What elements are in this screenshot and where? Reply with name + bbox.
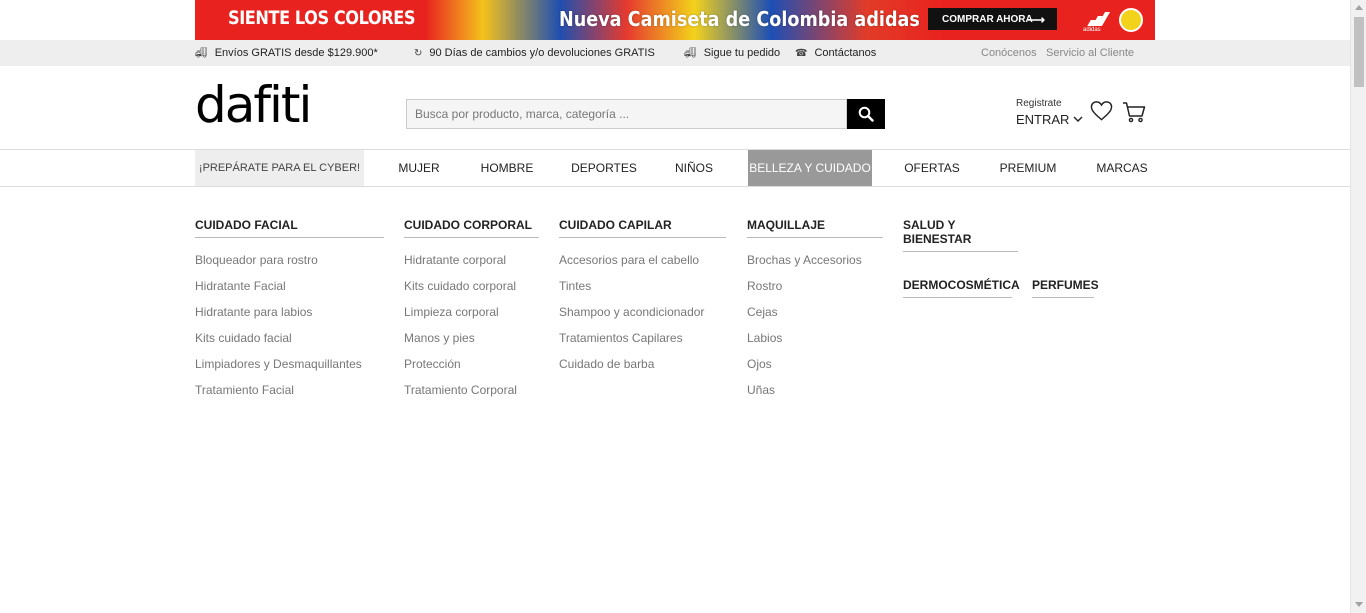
nav-item-ninos[interactable]: NIÑOS xyxy=(664,150,724,186)
dafiti-logo[interactable]: dafiti xyxy=(195,80,312,130)
nav-item-marcas[interactable]: MARCAS xyxy=(1088,150,1156,186)
menu-link[interactable]: Cejas xyxy=(747,305,883,331)
shipping-text: Envíos GRATIS desde $129.900* xyxy=(214,47,378,59)
colombia-federation-badge-icon xyxy=(1119,8,1143,32)
menu-link[interactable]: Labios xyxy=(747,331,883,357)
nav-item-deportes[interactable]: DEPORTES xyxy=(564,150,644,186)
menu-heading-perfumes[interactable]: PERFUMES xyxy=(1032,278,1099,298)
customer-service-link[interactable]: Servicio al Cliente xyxy=(1046,47,1134,59)
cart-button[interactable] xyxy=(1122,101,1146,128)
adidas-label: adidas xyxy=(1083,27,1101,33)
promo-logos: adidas xyxy=(1083,8,1143,33)
scroll-up-arrow-icon[interactable] xyxy=(1355,5,1363,10)
search-input[interactable] xyxy=(406,99,847,129)
menu-link[interactable]: Accesorios para el cabello xyxy=(559,253,726,279)
promo-left-text: SIENTE LOS COLORES xyxy=(228,7,416,29)
shipping-info[interactable]: 🚚︎ Envíos GRATIS desde $129.900* xyxy=(195,47,378,59)
track-order-text: Sigue tu pedido xyxy=(703,47,781,59)
menu-link[interactable]: Cuidado de barba xyxy=(559,357,726,383)
buy-now-label: COMPRAR AHORA xyxy=(942,13,1033,25)
menu-link[interactable]: Kits cuidado corporal xyxy=(404,279,539,305)
truck-icon: 🚚︎ xyxy=(195,47,208,59)
menu-link[interactable]: Bloqueador para rostro xyxy=(195,253,384,279)
login-dropdown[interactable]: ENTRAR xyxy=(1016,112,1083,127)
menu-link[interactable]: Hidratante Facial xyxy=(195,279,384,305)
search-button[interactable] xyxy=(847,99,885,129)
truck-icon: 🚚︎ xyxy=(684,47,697,59)
menu-column-facial: CUIDADO FACIAL Bloqueador para rostro Hi… xyxy=(195,218,384,409)
menu-link[interactable]: Limpiadores y Desmaquillantes xyxy=(195,357,384,383)
nav-item-premium[interactable]: PREMIUM xyxy=(990,150,1066,186)
menu-link[interactable]: Protección xyxy=(404,357,539,383)
menu-heading-capilar[interactable]: CUIDADO CAPILAR xyxy=(559,218,726,238)
menu-link[interactable]: Hidratante para labios xyxy=(195,305,384,331)
menu-heading-salud[interactable]: SALUD Y BIENESTAR xyxy=(903,218,1018,252)
page-scrollbar[interactable] xyxy=(1350,0,1366,613)
heart-icon xyxy=(1090,101,1113,121)
menu-column-corporal: CUIDADO CORPORAL Hidratante corporal Kit… xyxy=(404,218,539,409)
returns-text: 90 Días de cambios y/o devoluciones GRAT… xyxy=(429,47,655,59)
promo-center-text: Nueva Camiseta de Colombia adidas xyxy=(559,7,920,31)
menu-column-capilar: CUIDADO CAPILAR Accesorios para el cabel… xyxy=(559,218,726,383)
menu-link[interactable]: Brochas y Accesorios xyxy=(747,253,883,279)
menu-heading-facial[interactable]: CUIDADO FACIAL xyxy=(195,218,384,238)
phone-icon: ☎ xyxy=(795,47,808,59)
register-link[interactable]: Registrate xyxy=(1016,98,1083,109)
track-order-link[interactable]: 🚚︎ Sigue tu pedido xyxy=(684,47,780,59)
buy-now-button[interactable]: COMPRAR AHORA ⟶ xyxy=(928,8,1057,30)
login-label: ENTRAR xyxy=(1016,112,1070,127)
menu-link[interactable]: Hidratante corporal xyxy=(404,253,539,279)
nav-item-cyber[interactable]: ¡PREPÁRATE PARA EL CYBER! xyxy=(195,150,364,186)
contact-text: Contáctanos xyxy=(814,47,877,59)
menu-column-salud: SALUD Y BIENESTAR xyxy=(903,218,1018,252)
arrow-right-icon: ⟶ xyxy=(1027,13,1045,27)
site-header: dafiti Registrate ENTRAR xyxy=(0,66,1350,150)
nav-item-belleza[interactable]: BELLEZA Y CUIDADO xyxy=(748,150,872,186)
menu-heading-maquillaje[interactable]: MAQUILLAJE xyxy=(747,218,883,238)
returns-info[interactable]: ↻ 90 Días de cambios y/o devoluciones GR… xyxy=(414,47,655,59)
menu-link[interactable]: Ojos xyxy=(747,357,883,383)
menu-link[interactable]: Kits cuidado facial xyxy=(195,331,384,357)
search-icon xyxy=(858,106,874,122)
menu-heading-corporal[interactable]: CUIDADO CORPORAL xyxy=(404,218,539,238)
main-nav: ¡PREPÁRATE PARA EL CYBER! MUJER HOMBRE D… xyxy=(0,150,1350,187)
menu-link[interactable]: Tratamientos Capilares xyxy=(559,331,726,357)
nav-item-ofertas[interactable]: OFERTAS xyxy=(896,150,968,186)
menu-column-dermo: DERMOCOSMÉTICA xyxy=(903,278,1020,298)
contact-link[interactable]: ☎ Contáctanos xyxy=(795,47,876,59)
menu-link[interactable]: Tratamiento Corporal xyxy=(404,383,539,409)
menu-link[interactable]: Tintes xyxy=(559,279,726,305)
account-menu[interactable]: Registrate ENTRAR xyxy=(1016,98,1083,127)
wishlist-button[interactable] xyxy=(1090,100,1113,127)
menu-column-perfumes: PERFUMES xyxy=(1032,278,1099,298)
chevron-down-icon xyxy=(1073,116,1083,122)
top-info-bar: 🚚︎ Envíos GRATIS desde $129.900* ↻ 90 Dí… xyxy=(0,40,1350,66)
promo-banner[interactable]: SIENTE LOS COLORES Nueva Camiseta de Col… xyxy=(195,0,1155,40)
menu-column-maquillaje: MAQUILLAJE Brochas y Accesorios Rostro C… xyxy=(747,218,883,409)
menu-link[interactable]: Rostro xyxy=(747,279,883,305)
menu-link[interactable]: Limpieza corporal xyxy=(404,305,539,331)
menu-heading-dermocosmetica[interactable]: DERMOCOSMÉTICA xyxy=(903,278,1020,298)
nav-item-hombre[interactable]: HOMBRE xyxy=(470,150,544,186)
menu-link[interactable]: Shampoo y acondicionador xyxy=(559,305,726,331)
refresh-icon: ↻ xyxy=(414,47,423,59)
menu-link[interactable]: Uñas xyxy=(747,383,883,409)
scrollbar-thumb[interactable] xyxy=(1354,17,1364,87)
adidas-logo-icon: adidas xyxy=(1083,9,1111,33)
shopping-cart-icon xyxy=(1123,102,1146,123)
menu-link[interactable]: Tratamiento Facial xyxy=(195,383,384,409)
nav-item-mujer[interactable]: MUJER xyxy=(384,150,454,186)
about-link[interactable]: Conócenos xyxy=(981,47,1037,59)
menu-link[interactable]: Manos y pies xyxy=(404,331,539,357)
promo-banner-wrapper: SIENTE LOS COLORES Nueva Camiseta de Col… xyxy=(0,0,1350,40)
scroll-down-arrow-icon[interactable] xyxy=(1355,602,1363,607)
